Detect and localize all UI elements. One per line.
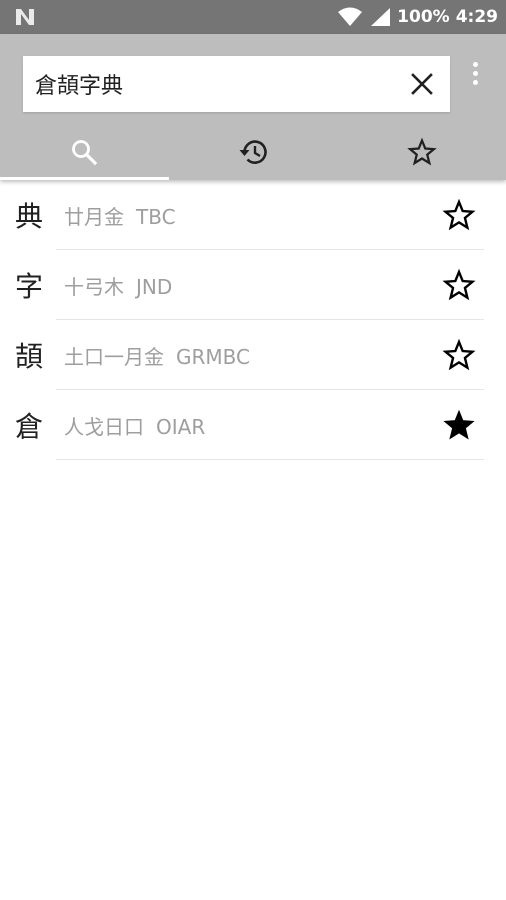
result-codes: 土口一月金 GRMBC (58, 341, 424, 370)
tab-search[interactable] (0, 124, 169, 180)
list-item[interactable]: 典 廿月金 TBC (0, 180, 506, 250)
wifi-icon (338, 7, 363, 26)
result-code: JND (136, 274, 173, 299)
history-icon (239, 140, 267, 164)
overflow-dot-icon (472, 61, 478, 67)
result-codes: 十弓木 JND (58, 271, 424, 300)
favorite-toggle-button[interactable] (424, 320, 494, 390)
favorite-toggle-button[interactable] (424, 180, 494, 250)
tab-favorites[interactable] (337, 124, 506, 180)
overflow-dot-icon (472, 79, 478, 85)
result-character: 頡 (14, 340, 43, 373)
app-header (0, 34, 506, 180)
tab-bar (0, 124, 506, 180)
result-codes: 廿月金 TBC (58, 201, 424, 230)
clear-search-button[interactable] (394, 56, 450, 112)
tab-history[interactable] (169, 124, 338, 180)
results-list: 典 廿月金 TBC 字 十弓木 JND 頡 土口一月金 GRMBC 倉 人戈日口… (0, 180, 506, 460)
list-item[interactable]: 倉 人戈日口 OIAR (0, 390, 506, 460)
clock: 4:29 (455, 7, 498, 27)
star-outline-icon (406, 137, 437, 166)
status-bar: 100% 4:29 (0, 0, 506, 34)
favorite-toggle-button[interactable] (424, 390, 494, 460)
notification-area (14, 7, 36, 27)
result-code: OIAR (156, 414, 206, 439)
overflow-dot-icon (472, 70, 478, 76)
result-character: 倉 (14, 410, 43, 443)
favorite-toggle-button[interactable] (424, 250, 494, 320)
result-radicals: 土口一月金 (64, 344, 164, 369)
result-codes: 人戈日口 OIAR (58, 411, 424, 440)
search-input[interactable] (23, 56, 394, 112)
result-character: 字 (14, 270, 43, 303)
result-code: TBC (136, 204, 176, 229)
battery-percent: 100% (397, 7, 450, 27)
star-outline-icon (442, 198, 476, 231)
result-radicals: 十弓木 (64, 274, 124, 299)
result-radicals: 廿月金 (64, 204, 124, 229)
notification-n-icon (16, 9, 34, 25)
star-outline-icon (442, 338, 476, 371)
list-item[interactable]: 頡 土口一月金 GRMBC (0, 320, 506, 390)
search-box (23, 56, 450, 112)
search-icon (72, 140, 98, 166)
result-radicals: 人戈日口 (64, 414, 144, 439)
system-status: 100% 4:29 (337, 7, 498, 27)
result-character: 典 (14, 200, 43, 233)
list-item[interactable]: 字 十弓木 JND (0, 250, 506, 320)
star-outline-icon (442, 268, 476, 301)
result-code: GRMBC (176, 344, 250, 369)
cell-signal-icon (371, 8, 391, 26)
row-divider (56, 459, 484, 460)
overflow-menu-button[interactable] (462, 58, 488, 88)
close-icon (411, 73, 433, 95)
star-filled-icon (443, 409, 475, 440)
